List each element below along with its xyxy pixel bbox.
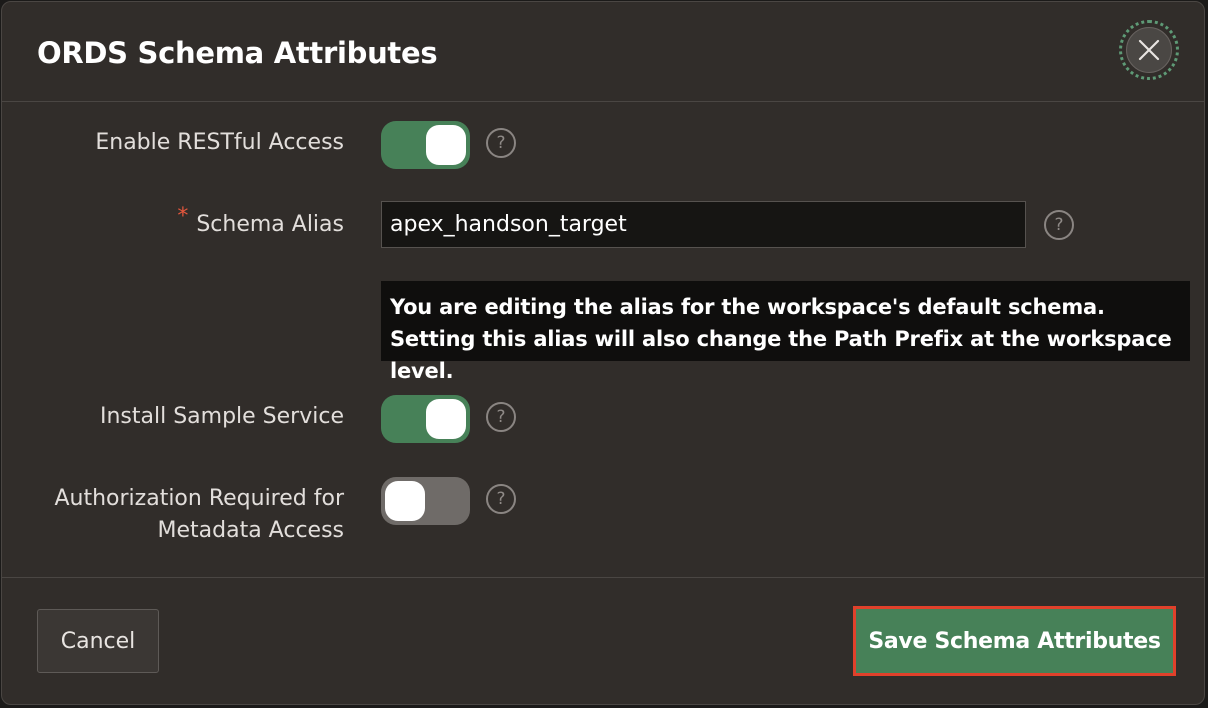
toggle-knob	[426, 399, 466, 439]
cancel-button[interactable]: Cancel	[37, 609, 159, 673]
enable-restful-access-label: Enable RESTful Access	[95, 130, 344, 155]
authorization-required-label: Authorization Required for Metadata Acce…	[54, 483, 344, 547]
install-sample-service-toggle[interactable]	[381, 395, 470, 443]
authorization-required-label-line2: Metadata Access	[157, 518, 344, 543]
schema-alias-label: * Schema Alias	[177, 204, 344, 241]
dialog-title: ORDS Schema Attributes	[37, 36, 438, 70]
required-marker: *	[177, 204, 189, 229]
alias-notice: You are editing the alias for the worksp…	[381, 281, 1190, 383]
dialog-footer: Cancel Save Schema Attributes	[2, 577, 1204, 704]
toggle-knob	[385, 481, 425, 521]
close-button[interactable]	[1119, 20, 1179, 80]
save-schema-attributes-button[interactable]: Save Schema Attributes	[853, 606, 1176, 676]
authorization-required-label-line1: Authorization Required for	[54, 486, 344, 511]
authorization-required-toggle[interactable]	[381, 477, 470, 525]
ords-schema-attributes-dialog: ORDS Schema Attributes Enable RESTful Ac…	[1, 1, 1205, 705]
enable-restful-access-toggle[interactable]	[381, 121, 470, 169]
install-sample-service-label: Install Sample Service	[99, 404, 344, 429]
help-icon[interactable]: ?	[486, 128, 516, 158]
help-icon[interactable]: ?	[486, 484, 516, 514]
help-icon[interactable]: ?	[1044, 210, 1074, 240]
schema-alias-input[interactable]	[381, 201, 1026, 248]
schema-alias-label-text: Schema Alias	[196, 212, 344, 237]
help-icon[interactable]: ?	[486, 402, 516, 432]
close-button-inner[interactable]	[1126, 27, 1172, 73]
close-icon	[1138, 39, 1160, 61]
toggle-knob	[426, 125, 466, 165]
dialog-header: ORDS Schema Attributes	[2, 2, 1204, 102]
